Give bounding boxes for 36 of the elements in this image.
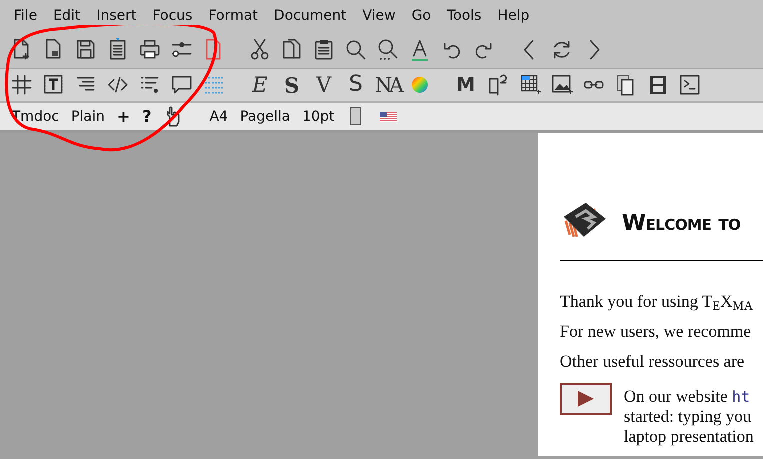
menu-item[interactable]: Help <box>490 0 538 32</box>
menu-item[interactable]: File <box>6 0 46 32</box>
style-selector[interactable]: 10pt <box>296 102 341 130</box>
small-caps-button[interactable]: NA <box>372 70 404 100</box>
font-style-button[interactable]: S <box>276 70 308 100</box>
paragraph-line: started: typing you <box>624 407 752 427</box>
menu-item[interactable]: Focus <box>144 0 201 32</box>
toolbar-button[interactable]: ? <box>136 102 158 130</box>
paragraph: Other useful ressources are <box>560 351 746 373</box>
style-selector[interactable]: Pagella <box>234 102 296 130</box>
paragraph-line: On our website ht <box>624 387 752 407</box>
paragraph-line: laptop presentation <box>624 427 754 447</box>
font-style-button[interactable]: E <box>244 70 276 100</box>
toolbar-button[interactable]: + <box>111 102 136 130</box>
search-dots-icon[interactable] <box>376 38 400 62</box>
link[interactable]: ht <box>732 388 750 406</box>
terminal-icon[interactable] <box>678 73 702 97</box>
heading: Welcome to <box>622 210 741 238</box>
font-style-button[interactable]: S <box>340 70 372 100</box>
paragraph: For new users, we recomme <box>560 321 752 343</box>
hash-icon[interactable] <box>10 73 34 97</box>
search-icon[interactable] <box>344 38 368 62</box>
font-style-button[interactable]: M <box>450 70 482 100</box>
style-selector[interactable]: A4 <box>204 102 234 130</box>
font-style-button[interactable]: V <box>308 70 340 100</box>
menu-item[interactable]: View <box>354 0 404 32</box>
menu-item[interactable]: Format <box>200 0 266 32</box>
menu-item[interactable]: Document <box>266 0 355 32</box>
video-thumbnail-icon[interactable] <box>560 383 612 415</box>
menu-item[interactable]: Edit <box>45 0 89 32</box>
paragraph: Thank you for using T$_{E}$X$_{MA}$ <box>560 291 754 313</box>
menu-item[interactable]: Tools <box>439 0 490 32</box>
menu-item[interactable]: Go <box>404 0 440 32</box>
image-icon[interactable] <box>550 73 574 97</box>
menu-item[interactable]: Insert <box>88 0 145 32</box>
style-selector[interactable]: Plain <box>65 102 112 130</box>
